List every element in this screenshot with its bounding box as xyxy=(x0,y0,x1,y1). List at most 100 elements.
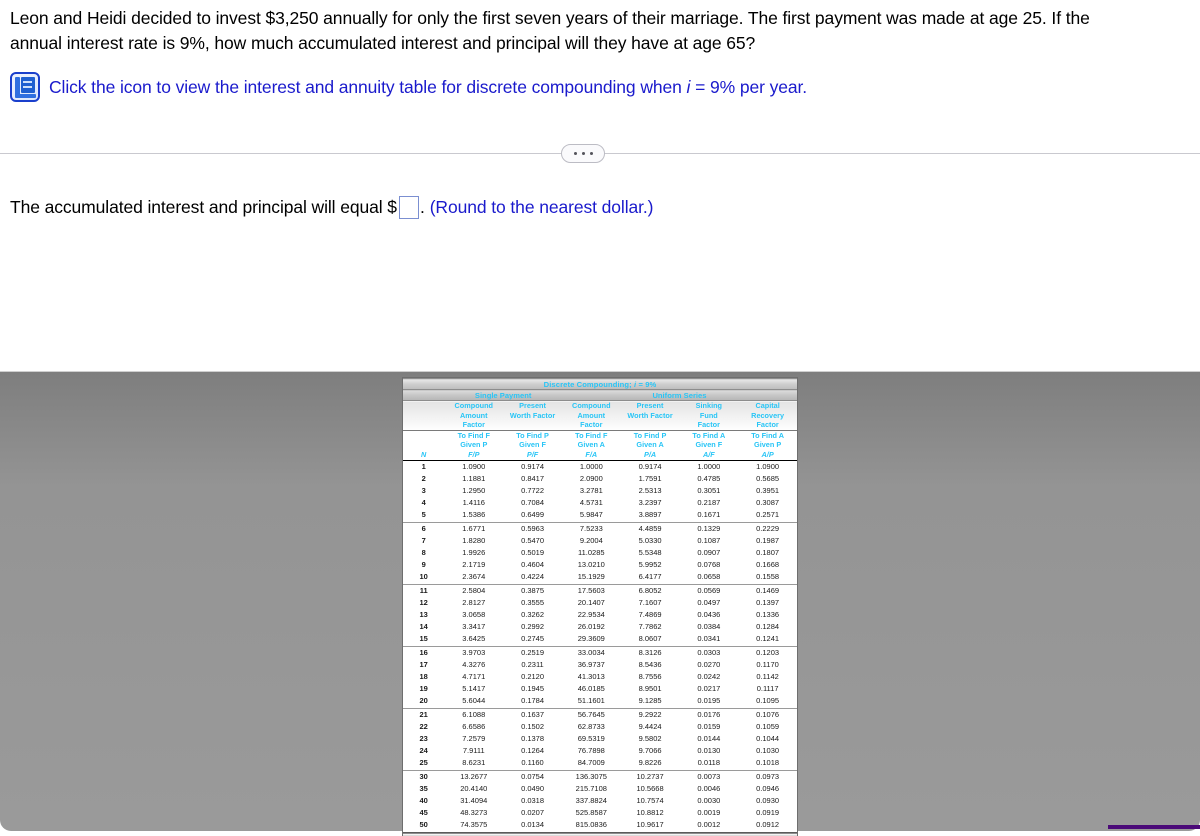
table-row: 25 8.6231 0.1160 84.7009 9.8226 0.0118 0.1018 xyxy=(403,757,797,771)
table-row: 23 7.2579 0.1378 69.5319 9.5802 0.0144 0.1044 xyxy=(403,733,797,745)
cell-fp: 1.8280 xyxy=(462,535,486,545)
cell-fa: 815.0836 xyxy=(561,819,621,833)
cell-pa: 9.4424 xyxy=(638,721,662,731)
cell-fa: 26.0192 xyxy=(577,622,605,632)
cell-pa: 5.0330 xyxy=(638,535,662,545)
cell-fa: 69.5319 xyxy=(577,734,605,744)
cell-fa: 1.0000 xyxy=(579,461,603,471)
cell-n: 6 xyxy=(421,523,426,533)
cell-pf: 0.8417 xyxy=(521,473,545,483)
colhead-pa-l3 xyxy=(621,420,680,430)
subhead-af: To Find A Given F A/F xyxy=(679,430,739,461)
cell-fa: 2.0900 xyxy=(579,473,603,483)
cell-pf: 0.1784 xyxy=(503,695,562,709)
cell-fa: 62.8733 xyxy=(577,721,605,731)
cell-n: 45 xyxy=(419,808,428,818)
cell-fp: 5.6044 xyxy=(444,695,504,709)
colhead-ap-l1: Capital xyxy=(755,401,780,410)
cell-af: 0.4785 xyxy=(697,473,721,483)
cell-af: 0.0012 xyxy=(679,819,739,833)
cell-n: 1 xyxy=(421,461,426,471)
cell-fa: 4.5731 xyxy=(579,498,603,508)
cell-af: 0.0118 xyxy=(679,757,739,771)
cell-ap: 0.2571 xyxy=(738,509,797,523)
subhead-fa-given: Given A xyxy=(577,440,605,450)
cell-ap: 0.0930 xyxy=(756,796,780,806)
table-book-icon[interactable] xyxy=(10,72,40,102)
subhead-n-label: N xyxy=(421,449,427,459)
subhead-pa-find: To Find P xyxy=(633,430,667,440)
cell-n: 14 xyxy=(419,622,428,632)
answer-input[interactable] xyxy=(398,196,419,219)
subhead-fp-ratio: F/P xyxy=(468,449,480,459)
colhead-fp-l2: Amount xyxy=(459,410,488,420)
cell-fp: 2.8127 xyxy=(462,597,486,607)
subhead-af-find: To Find A xyxy=(692,430,726,440)
cell-pa: 9.5802 xyxy=(638,734,662,744)
table-title-cell: Discrete Compounding; i = 9% xyxy=(403,378,797,390)
table-row: 24 7.9111 0.1264 76.7898 9.7066 0.0130 0.1030 xyxy=(403,745,797,757)
cell-fa: 215.7108 xyxy=(575,783,607,793)
colhead-fp: Compound Amount Factor xyxy=(444,400,504,431)
colhead-pa-l2: Worth Factor xyxy=(627,410,673,420)
cell-pa: 9.1285 xyxy=(620,695,680,709)
cell-pa: 5.5348 xyxy=(638,547,662,557)
cell-pf: 0.2992 xyxy=(521,622,545,632)
cell-pa: 7.4869 xyxy=(638,610,662,619)
cell-fa: 36.9737 xyxy=(577,659,605,669)
table-link-row[interactable]: Click the icon to view the interest and … xyxy=(10,72,807,102)
cell-pa: 4.4859 xyxy=(638,523,662,533)
subhead-pa-ratio: P/A xyxy=(643,449,657,459)
table-row: 21 6.1088 0.1637 56.7645 9.2922 0.0176 0.1076 xyxy=(403,708,797,721)
cell-pa: 9.8226 xyxy=(620,757,680,771)
table-row: 3 1.2950 0.7722 3.2781 2.5313 0.3051 0.3951 xyxy=(403,485,797,497)
table-link-text[interactable]: Click the icon to view the interest and … xyxy=(49,77,807,98)
cell-n: 16 xyxy=(419,647,428,657)
cell-pf: 0.3875 xyxy=(521,585,545,595)
cell-af: 0.1329 xyxy=(697,523,721,533)
colhead-pf: Present Worth Factor xyxy=(503,400,562,431)
colhead-n-blank xyxy=(403,400,445,431)
colhead-pf-l2: Worth Factor xyxy=(509,410,556,420)
cell-pa: 0.9174 xyxy=(638,461,662,471)
cell-ap: 0.0912 xyxy=(738,819,797,833)
cell-pf: 0.0754 xyxy=(521,771,545,781)
cell-ap: 0.1076 xyxy=(756,709,780,719)
cell-pf: 0.2745 xyxy=(503,633,562,647)
table-group-row: Single Payment Uniform Series xyxy=(403,389,797,401)
table-row: 30 13.2677 0.0754 136.3075 10.2737 0.0073 0.09… xyxy=(403,770,797,783)
cell-ap: 1.0900 xyxy=(756,461,780,471)
cell-fp: 4.3276 xyxy=(462,659,486,669)
cell-fp: 2.1719 xyxy=(462,560,486,570)
cell-fa: 13.0210 xyxy=(577,560,605,570)
cell-ap: 0.3951 xyxy=(756,485,780,495)
cell-fa: 7.5233 xyxy=(579,523,603,533)
cell-n: 13 xyxy=(419,610,428,619)
table-row: 4 1.4116 0.7084 4.5731 3.2397 0.2187 0.3087 xyxy=(403,497,797,509)
cell-af: 0.0144 xyxy=(697,734,721,744)
table-row: 40 31.4094 0.0318 337.8824 10.7574 0.0030 0.09… xyxy=(403,795,797,807)
expand-more-button[interactable] xyxy=(561,144,605,163)
table-findgiven-row: N To Find F Given P F/P To Find P Given … xyxy=(403,430,797,461)
cell-fp: 1.1881 xyxy=(462,473,486,483)
table-row: 45 48.3273 0.0207 525.8587 10.8812 0.0019 0.09… xyxy=(403,807,797,819)
cell-n: 22 xyxy=(419,721,428,731)
cell-pa: 8.3126 xyxy=(638,647,662,657)
cell-pf: 0.1945 xyxy=(521,684,545,694)
colhead-pf-l1: Present xyxy=(519,401,546,410)
cell-ap: 0.0973 xyxy=(756,771,780,781)
cell-ap: 0.1203 xyxy=(756,647,780,657)
cell-af: 0.0569 xyxy=(697,585,721,595)
table-row: 10 2.3674 0.4224 15.1929 6.4177 0.0658 0.1558 xyxy=(403,571,797,585)
cell-fp: 3.9703 xyxy=(462,647,486,657)
cell-pa: 2.5313 xyxy=(638,485,662,495)
table-row: 7 1.8280 0.5470 9.2004 5.0330 0.1087 0.1987 xyxy=(403,535,797,547)
cell-pf: 0.5470 xyxy=(521,535,545,545)
colhead-fa-l1: Compound xyxy=(572,401,611,410)
page-root: Leon and Heidi decided to invest $3,250 … xyxy=(0,0,1200,836)
cell-fp: 1.6771 xyxy=(462,523,486,533)
cell-n: 9 xyxy=(421,560,426,570)
cell-fa: 337.8824 xyxy=(575,796,607,806)
table-body: 1 1.0900 0.9174 1.0000 0.9174 1.0000 1.0900 2 1.… xyxy=(403,460,797,833)
table-title-rate: = 9% xyxy=(638,379,657,389)
